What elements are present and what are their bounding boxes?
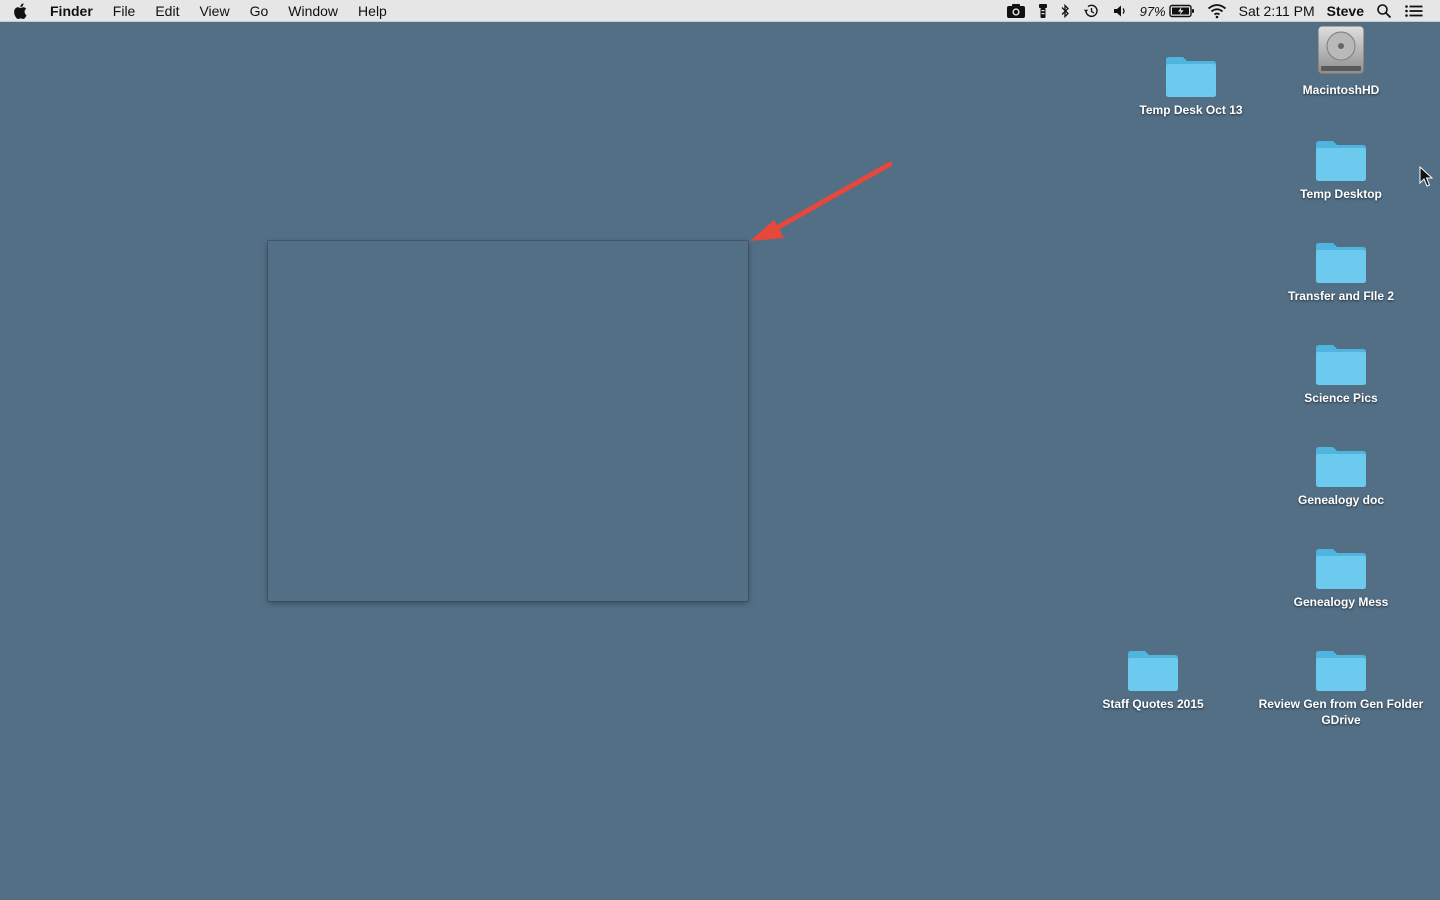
flashlight-icon[interactable]: [1032, 0, 1054, 22]
notification-center-icon[interactable]: [1398, 0, 1430, 22]
icon-label: Temp Desktop: [1300, 187, 1382, 201]
annotation-arrow: [750, 161, 893, 241]
clock[interactable]: Sat 2:11 PM: [1233, 0, 1321, 22]
battery-status[interactable]: 97%: [1134, 0, 1201, 22]
volume-icon[interactable]: [1106, 0, 1134, 22]
desktop[interactable]: Finder File Edit View Go Window Help 97%…: [0, 0, 1440, 900]
battery-percentage: 97%: [1139, 3, 1166, 19]
folder-icon: [1313, 336, 1369, 386]
menu-window[interactable]: Window: [278, 0, 348, 22]
folder-icon: [1313, 132, 1369, 182]
camera-icon[interactable]: [1000, 0, 1032, 22]
folder-icon: [1313, 438, 1369, 488]
folder-icon: [1163, 48, 1219, 98]
mouse-cursor-icon: [1419, 166, 1433, 187]
menu-go[interactable]: Go: [240, 0, 279, 22]
folder-icon: [1313, 540, 1369, 590]
menu-help[interactable]: Help: [348, 0, 397, 22]
desktop-icon-staff-quotes-2015[interactable]: Staff Quotes 2015: [1063, 642, 1243, 712]
menu-edit[interactable]: Edit: [145, 0, 189, 22]
icon-label: Science Pics: [1304, 391, 1378, 405]
bluetooth-icon[interactable]: [1054, 0, 1076, 22]
hard-drive-icon: [1313, 25, 1369, 78]
menu-app-finder[interactable]: Finder: [40, 0, 103, 22]
folder-icon: [1313, 642, 1369, 692]
icon-label: Temp Desk Oct 13: [1139, 103, 1243, 117]
icon-label: Review Gen from Gen Folder GDrive: [1258, 697, 1424, 727]
folder-icon: [1125, 642, 1181, 692]
user-menu[interactable]: Steve: [1321, 0, 1370, 22]
icon-label: Genealogy doc: [1297, 493, 1385, 507]
menu-file[interactable]: File: [103, 0, 146, 22]
menu-bar: Finder File Edit View Go Window Help 97%…: [0, 0, 1440, 22]
icon-label: Genealogy Mess: [1293, 595, 1389, 609]
icon-label: MacintoshHD: [1302, 83, 1380, 97]
search-icon[interactable]: [1370, 0, 1398, 22]
battery-icon: [1168, 4, 1194, 18]
desktop-icon-genealogy-mess[interactable]: Genealogy Mess: [1251, 540, 1431, 610]
desktop-icon-transfer-and-file-2[interactable]: Transfer and FIle 2: [1251, 234, 1431, 304]
desktop-icon-genealogy-doc[interactable]: Genealogy doc: [1251, 438, 1431, 508]
desktop-icon-review-gen-from-gen-folder-gdrive[interactable]: Review Gen from Gen Folder GDrive: [1251, 642, 1431, 728]
wifi-icon[interactable]: [1201, 0, 1233, 22]
apple-menu-icon[interactable]: [0, 0, 40, 22]
menu-view[interactable]: View: [189, 0, 239, 22]
time-machine-icon[interactable]: [1076, 0, 1106, 22]
folder-icon: [1313, 234, 1369, 284]
window-frame[interactable]: [268, 241, 748, 601]
icon-label: Transfer and FIle 2: [1287, 289, 1395, 303]
desktop-icon-science-pics[interactable]: Science Pics: [1251, 336, 1431, 406]
desktop-icon-temp-desktop[interactable]: Temp Desktop: [1251, 132, 1431, 202]
icon-label: Staff Quotes 2015: [1102, 697, 1204, 711]
desktop-icon-temp-desk-oct-13[interactable]: Temp Desk Oct 13: [1101, 48, 1281, 118]
